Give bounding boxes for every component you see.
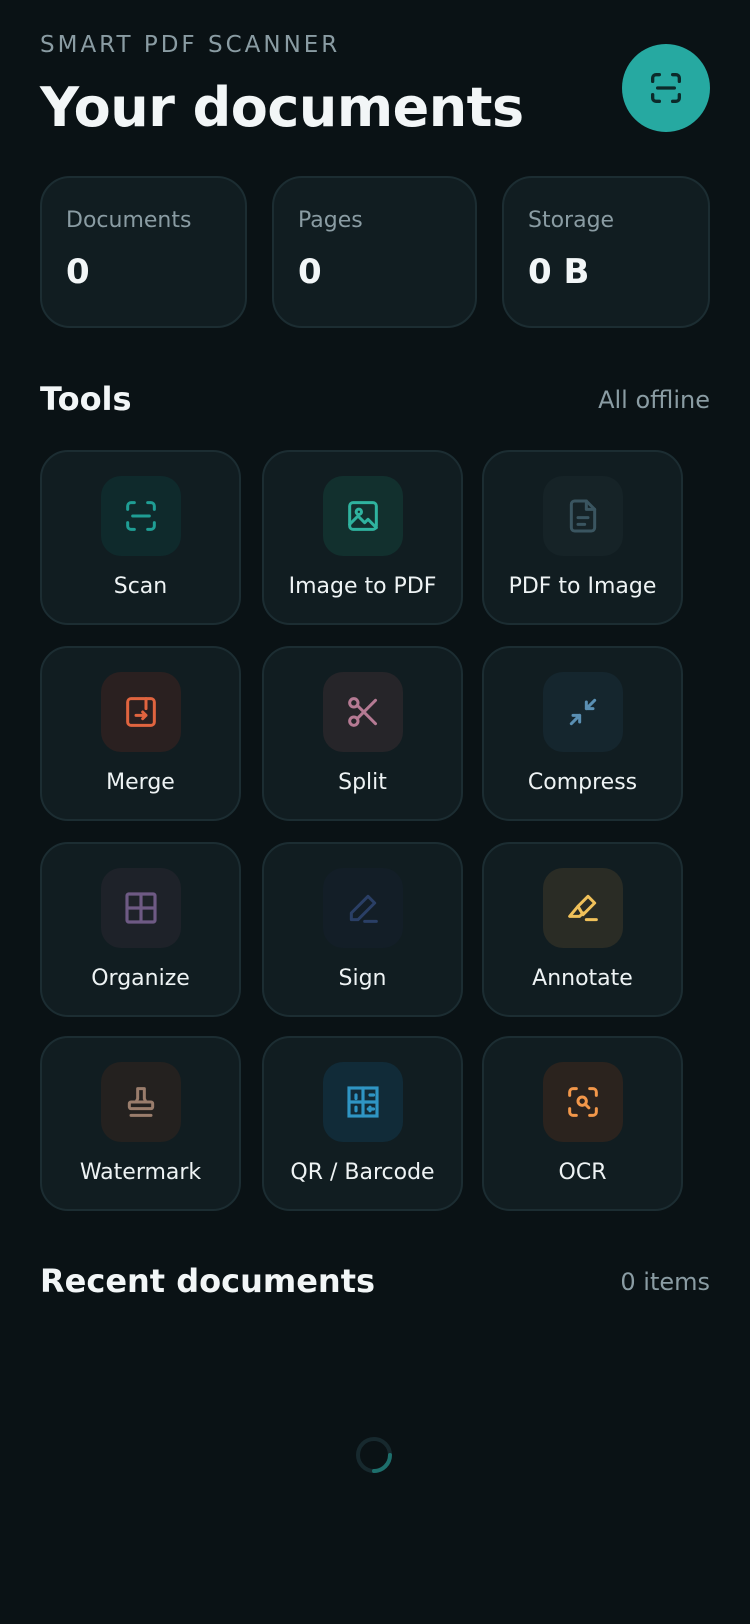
stat-card-storage: Storage 0 B	[502, 176, 710, 328]
tool-label: Sign	[338, 966, 387, 991]
tool-label: OCR	[558, 1160, 607, 1185]
tool-icon-box	[542, 476, 623, 556]
merge-icon	[125, 697, 156, 727]
tool-icon-box	[322, 1062, 403, 1142]
tool-label: Scan	[113, 574, 168, 599]
tool-split[interactable]: Split	[262, 646, 463, 821]
tool-ocr[interactable]: OCR	[482, 1036, 683, 1211]
recent-documents-count: 0 items	[620, 1268, 710, 1296]
tool-sign[interactable]: Sign	[262, 842, 463, 1017]
tools-title: Tools	[40, 380, 132, 418]
qr-code-icon	[346, 1086, 379, 1118]
tool-icon-box	[542, 1062, 623, 1142]
tool-icon-box	[100, 1062, 181, 1142]
tool-icon-box	[542, 868, 623, 948]
recent-documents-header: Recent documents 0 items	[40, 1262, 710, 1306]
tool-organize[interactable]: Organize	[40, 842, 241, 1017]
tool-icon-box	[322, 672, 403, 752]
tool-icon-box	[322, 476, 403, 556]
loading-spinner-icon	[356, 1437, 392, 1473]
image-icon	[347, 501, 378, 531]
stat-card-pages: Pages 0	[272, 176, 477, 328]
tool-qr-barcode[interactable]: QR / Barcode	[262, 1036, 463, 1211]
tool-compress[interactable]: Compress	[482, 646, 683, 821]
tool-icon-box	[100, 476, 181, 556]
highlighter-icon	[567, 894, 598, 922]
tool-merge[interactable]: Merge	[40, 646, 241, 821]
tool-icon-box	[100, 672, 181, 752]
app-eyebrow: SMART PDF SCANNER	[40, 32, 341, 58]
tool-label: PDF to Image	[508, 574, 657, 599]
tool-label: Split	[338, 770, 387, 795]
tool-label: Image to PDF	[288, 574, 437, 599]
scissors-icon	[347, 697, 377, 727]
tool-label: Compress	[527, 770, 638, 795]
scan-fab-button[interactable]	[622, 44, 710, 132]
scan-frame-icon	[651, 73, 681, 104]
compress-arrows-icon	[569, 698, 596, 726]
grid-icon	[124, 892, 157, 924]
document-icon	[569, 499, 596, 533]
tools-header: Tools All offline	[40, 380, 710, 424]
stat-card-documents: Documents 0	[40, 176, 247, 328]
tool-pdf-to-image[interactable]: PDF to Image	[482, 450, 683, 625]
tool-scan[interactable]: Scan	[40, 450, 241, 625]
stamp-icon	[127, 1087, 154, 1117]
tool-label: QR / Barcode	[290, 1160, 435, 1185]
tool-image-to-pdf[interactable]: Image to PDF	[262, 450, 463, 625]
text-scan-icon	[567, 1087, 598, 1117]
page-title: Your documents	[40, 76, 524, 139]
stat-value: 0 B	[528, 252, 590, 292]
stat-label: Documents	[66, 208, 192, 233]
tool-label: Watermark	[79, 1160, 202, 1185]
tools-meta: All offline	[598, 386, 710, 414]
pen-icon	[349, 894, 378, 923]
tool-label: Organize	[91, 966, 190, 991]
stat-value: 0	[66, 252, 90, 292]
stat-label: Pages	[298, 208, 363, 233]
tool-label: Annotate	[532, 966, 633, 991]
tool-watermark[interactable]: Watermark	[40, 1036, 241, 1211]
recent-documents-title: Recent documents	[40, 1262, 376, 1300]
stat-value: 0	[298, 252, 322, 292]
tool-icon-box	[542, 672, 623, 752]
tool-annotate[interactable]: Annotate	[482, 842, 683, 1017]
tool-icon-box	[100, 868, 181, 948]
tool-label: Merge	[106, 770, 175, 795]
stat-label: Storage	[528, 208, 615, 233]
tool-icon-box	[322, 868, 403, 948]
scan-frame-icon	[125, 501, 156, 531]
